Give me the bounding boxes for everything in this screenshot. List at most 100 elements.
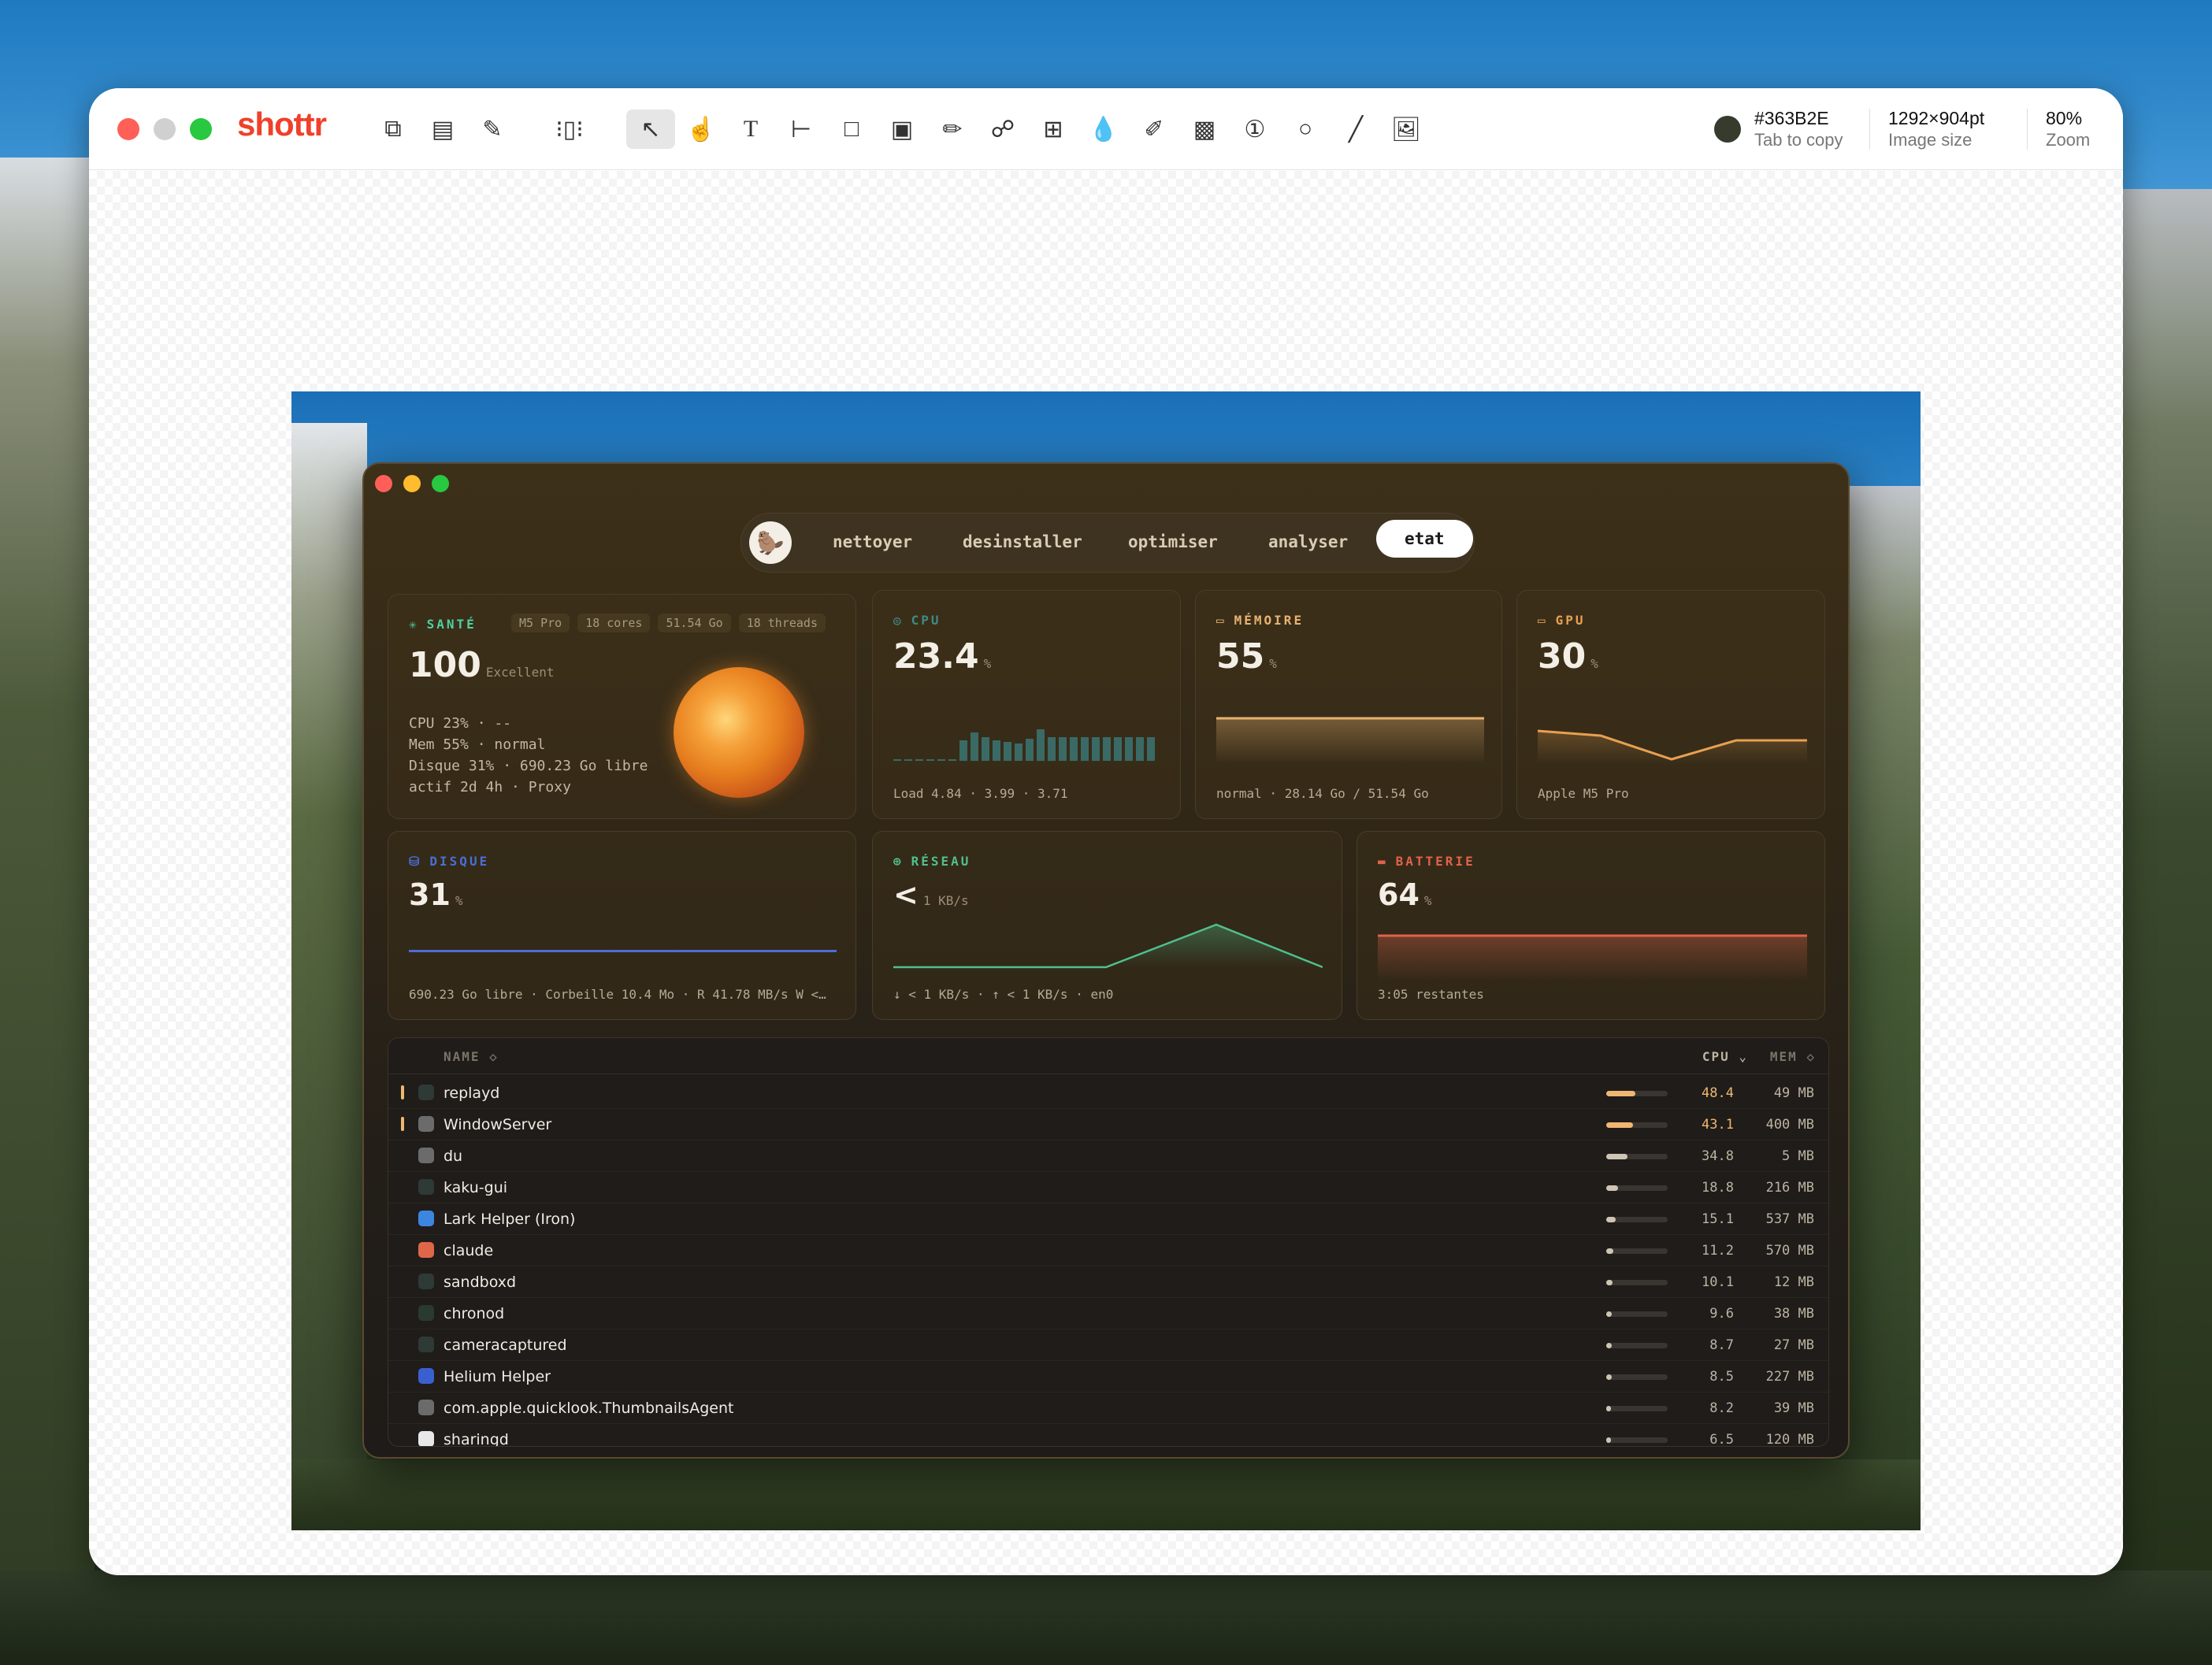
screenshot-image[interactable]: 🦫 nettoyer desinstaller optimiser analys… [291,391,1921,1530]
health-line-cpu: CPU 23% · -- [409,715,512,732]
app-icon [418,1337,434,1352]
cpu-history-chart [893,729,1155,761]
memory-footer: normal · 28.14 Go / 51.54 Go [1216,786,1429,801]
mascot-avatar-icon: 🦫 [749,521,792,564]
cpu-usage-fill [1606,1374,1612,1380]
pixelate-tool-icon[interactable]: ▩ [1189,113,1220,145]
copy-icon[interactable]: ⧉ [377,113,409,145]
path-tool-icon[interactable]: ☍ [987,113,1019,145]
app-zoom-button[interactable] [432,475,449,492]
counter-tool-icon[interactable]: ① [1239,113,1271,145]
ruler-tool-icon[interactable]: ⊢ [785,113,817,145]
process-name: com.apple.quicklook.ThumbnailsAgent [444,1400,734,1417]
disk-icon: ⛁ [409,854,422,869]
column-mem-header[interactable]: MEM ◇ [1770,1049,1816,1064]
process-cpu: 48.4 [1702,1085,1734,1101]
color-readout[interactable]: #363B2E Tab to copy [1754,107,1843,151]
health-pills: M5 Pro 18 cores 51.54 Go 18 threads [511,614,833,632]
battery-icon: ▬ [1378,854,1388,869]
process-mem: 38 MB [1773,1306,1814,1322]
battery-value: 64% [1378,877,1432,912]
zoom-readout[interactable]: 80% Zoom [2046,107,2090,151]
table-row[interactable]: claude 11.2 570 MB [388,1235,1828,1266]
screenshot-wallpaper-left [291,423,367,1530]
process-table: NAME ◇ CPU ⌄ MEM ◇ replayd 48.4 49 MB Windo… [388,1037,1829,1447]
column-name-header[interactable]: NAME ◇ [444,1049,499,1064]
cpu-usage-fill [1606,1248,1613,1254]
save-icon[interactable]: ▤ [427,113,458,145]
table-row[interactable]: com.apple.quicklook.ThumbnailsAgent 8.2 39… [388,1392,1828,1424]
select-tool-icon[interactable]: ↖ [626,109,675,149]
crop-add-tool-icon[interactable]: ⊞ [1037,113,1069,145]
rectangle-tool-icon[interactable]: □ [836,113,867,145]
cpu-usage-bar [1606,1122,1668,1128]
text-tool-icon[interactable]: T [735,113,766,145]
gpu-history-chart [1538,729,1807,764]
line-tool-icon[interactable]: ╱ [1340,113,1371,145]
app-icon [418,1274,434,1289]
chip-icon: ◎ [893,613,904,628]
cpu-usage-bar [1606,1374,1668,1380]
tab-optimiser[interactable]: optimiser [1128,532,1218,551]
network-value: <1 KB/s [893,877,969,912]
cpu-value: 23.4% [893,636,992,677]
cpu-usage-fill [1606,1185,1618,1191]
threads-pill: 18 threads [738,614,826,632]
app-icon [418,1148,434,1163]
process-cpu: 8.7 [1709,1337,1734,1353]
cpu-usage-bar [1606,1185,1668,1191]
app-icon [418,1116,434,1132]
process-cpu: 8.5 [1709,1369,1734,1385]
process-cpu: 18.8 [1702,1180,1734,1196]
process-name: Lark Helper (Iron) [444,1211,576,1228]
tab-nettoyer[interactable]: nettoyer [833,532,912,551]
process-mem: 12 MB [1773,1274,1814,1290]
table-row[interactable]: Lark Helper (Iron) 15.1 537 MB [388,1203,1828,1235]
pencil-tool-icon[interactable]: ✏ [937,113,968,145]
table-row[interactable]: Helium Helper 8.5 227 MB [388,1361,1828,1392]
editor-canvas[interactable]: 🦫 nettoyer desinstaller optimiser analys… [89,171,2123,1575]
zoom-button[interactable] [190,118,212,140]
table-row[interactable]: replayd 48.4 49 MB [388,1077,1828,1109]
cpu-usage-bar [1606,1217,1668,1222]
hand-tool-icon[interactable]: ☝ [685,113,717,145]
process-cpu: 6.5 [1709,1432,1734,1447]
process-cpu: 9.6 [1709,1306,1734,1322]
app-minimize-button[interactable] [403,475,421,492]
process-cpu: 10.1 [1702,1274,1734,1290]
minimize-button[interactable] [154,118,176,140]
tab-etat[interactable]: etat [1376,520,1473,558]
pin-icon[interactable]: ✎ [477,113,508,145]
expand-canvas-icon[interactable]: ⁝▯⁝ [542,113,597,145]
memory-pill: 51.54 Go [658,614,731,632]
cpu-usage-fill [1606,1280,1613,1285]
app-close-button[interactable] [375,475,392,492]
cpu-usage-fill [1606,1437,1611,1443]
tab-desinstaller[interactable]: desinstaller [963,532,1082,551]
table-row[interactable]: sandboxd 10.1 12 MB [388,1266,1828,1298]
circle-tool-icon[interactable]: ○ [1290,113,1321,145]
table-row[interactable]: cameracaptured 8.7 27 MB [388,1329,1828,1361]
process-name: sandboxd [444,1274,517,1291]
tab-analyser[interactable]: analyser [1268,532,1348,551]
close-button[interactable] [117,118,139,140]
column-cpu-header[interactable]: CPU ⌄ [1702,1049,1748,1064]
monitor-icon: ▭ [1538,613,1548,628]
cpu-usage-bar [1606,1154,1668,1159]
blur-drop-tool-icon[interactable]: 💧 [1088,113,1119,145]
high-cpu-marker [401,1117,404,1131]
battery-title: ▬ BATTERIE [1378,854,1475,869]
color-swatch[interactable] [1714,116,1741,143]
table-row[interactable]: sharingd 6.5 120 MB [388,1424,1828,1447]
table-row[interactable]: du 34.8 5 MB [388,1140,1828,1172]
table-row[interactable]: WindowServer 43.1 400 MB [388,1109,1828,1140]
health-line-uptime: actif 2d 4h · Proxy [409,779,571,795]
table-row[interactable]: chronod 9.6 38 MB [388,1298,1828,1329]
image-tool-icon[interactable]: 🖼 [1390,113,1422,145]
highlighter-tool-icon[interactable]: ✐ [1138,113,1170,145]
process-cpu: 15.1 [1702,1211,1734,1227]
app-icon [418,1179,434,1195]
table-row[interactable]: kaku-gui 18.8 216 MB [388,1172,1828,1203]
frame-tool-icon[interactable]: ▣ [886,113,918,145]
battery-footer: 3:05 restantes [1378,987,1484,1002]
